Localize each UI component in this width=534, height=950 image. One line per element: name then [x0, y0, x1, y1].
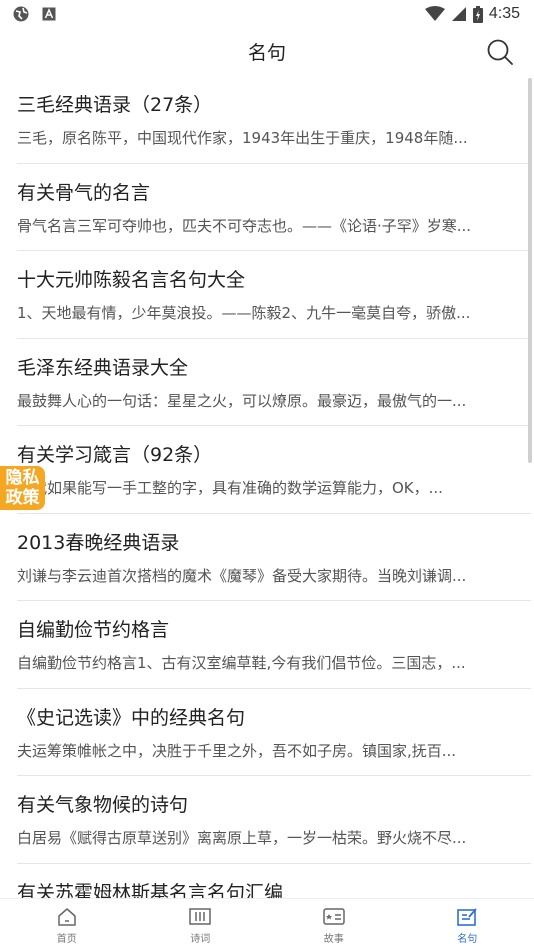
item-title: 《史记选读》中的经典名句	[17, 706, 246, 729]
item-desc: 自编勤俭节约格言1、古有汉室编草鞋,今有我们倡节俭。三国志，...	[17, 654, 466, 672]
nav-label-home: 首页	[56, 934, 77, 945]
item-desc: 刘谦与李云迪首次搭档的魔术《魔琴》备受大家期待。当晚刘谦调...	[17, 566, 467, 585]
battery-icon	[472, 5, 483, 23]
item-title: 有关苏霍姆林斯基名言名句汇编	[17, 881, 284, 899]
status-time: 4:35	[488, 5, 520, 22]
home-icon	[58, 908, 76, 926]
item-title: 三毛经典语录（27条）	[17, 94, 213, 116]
list-item[interactable]: 十大元帅陈毅名言名句大全 1、天地最有情，少年莫浪投。——陈毅2、九牛一毫莫自夸…	[17, 251, 531, 339]
item-desc: 时代如果能写一手工整的字，具有准确的数学运算能力，OK，...	[17, 479, 443, 497]
list-item[interactable]: 2013春晚经典语录 刘谦与李云迪首次搭档的魔术《魔琴》备受大家期待。当晚刘谦调…	[17, 514, 531, 601]
status-left	[12, 5, 56, 23]
search-icon	[487, 39, 513, 65]
nav-item-quotes[interactable]: 名句	[401, 899, 534, 950]
list-item[interactable]: 《史记选读》中的经典名句 夫运筹策帷帐之中，决胜于千里之外，吾不如子房。镇国家,…	[17, 689, 531, 776]
item-desc: 夫运筹策帷帐之中，决胜于千里之外，吾不如子房。镇国家,抚百...	[17, 741, 457, 760]
item-title: 自编勤俭节约格言	[17, 619, 170, 641]
list-item[interactable]: 有关学习箴言（92条） 时代如果能写一手工整的字，具有准确的数学运算能力，OK，…	[17, 426, 531, 514]
quote-list[interactable]: 三毛经典语录（27条） 三毛，原名陈平，中国现代作家，1943年出生于重庆，19…	[0, 76, 534, 898]
nav-item-story[interactable]: 故事	[267, 899, 401, 950]
quote-icon	[457, 908, 477, 926]
status-right: 4:35	[424, 5, 520, 23]
item-desc: 最鼓舞人心的一句话：星星之火，可以燎原。最豪迈，最傲气的一...	[17, 391, 467, 410]
app-header: 名句	[0, 28, 534, 74]
item-desc: 白居易《赋得古原草送别》离离原上草，一岁一枯荣。野火烧不尽...	[17, 829, 467, 847]
status-bar: 4:35	[0, 0, 534, 28]
page-title: 名句	[247, 41, 286, 64]
item-title: 有关学习箴言（92条）	[17, 444, 213, 466]
cell-signal-icon	[451, 7, 466, 21]
item-title: 有关骨气的名言	[17, 181, 151, 204]
item-title: 有关气象物候的诗句	[17, 794, 189, 816]
story-icon	[323, 908, 345, 925]
vpn-icon	[13, 6, 29, 22]
item-title: 十大元帅陈毅名言名句大全	[17, 269, 246, 291]
nav-label-story: 故事	[323, 934, 344, 945]
list-item[interactable]: 有关骨气的名言 骨气名言三军可夺帅也，匹夫不可夺志也。——《论语·子罕》岁寒..…	[17, 164, 531, 251]
list-item[interactable]: 有关气象物候的诗句 白居易《赋得古原草送别》离离原上草，一岁一枯荣。野火烧不尽.…	[17, 776, 531, 864]
privacy-badge-line1: 隐私	[5, 468, 40, 488]
item-desc: 1、天地最有情，少年莫浪投。——陈毅2、九牛一毫莫自夸，骄傲...	[17, 304, 471, 322]
scrollbar[interactable]	[528, 78, 532, 463]
list-item[interactable]: 三毛经典语录（27条） 三毛，原名陈平，中国现代作家，1943年出生于重庆，19…	[17, 76, 531, 164]
item-desc: 骨气名言三军可夺帅也，匹夫不可夺志也。——《论语·子罕》岁寒...	[17, 216, 472, 235]
list-item[interactable]: 自编勤俭节约格言 自编勤俭节约格言1、古有汉室编草鞋,今有我们倡节俭。三国志，.…	[17, 601, 531, 689]
nav-item-home[interactable]: 首页	[0, 899, 134, 950]
bottom-nav: 首页 诗词 故事 名句	[0, 898, 534, 950]
list-item[interactable]: 毛泽东经典语录大全 最鼓舞人心的一句话：星星之火，可以燎原。最豪迈，最傲气的一.…	[17, 339, 531, 426]
privacy-badge-line2: 政策	[5, 488, 40, 508]
wifi-icon	[424, 6, 445, 21]
nav-label-poetry: 诗词	[190, 934, 211, 945]
list-item[interactable]: 有关苏霍姆林斯基名言名句汇编	[17, 864, 531, 899]
privacy-policy-button[interactable]: 隐私 政策	[0, 466, 45, 510]
item-title: 毛泽东经典语录大全	[17, 356, 189, 379]
nav-item-poetry[interactable]: 诗词	[134, 899, 268, 950]
item-desc: 三毛，原名陈平，中国现代作家，1943年出生于重庆，1948年随...	[17, 129, 468, 147]
notification-a-icon	[42, 7, 56, 21]
poetry-icon	[189, 908, 211, 925]
nav-label-quotes: 名句	[457, 934, 478, 945]
search-button[interactable]	[484, 36, 516, 68]
item-title: 2013春晚经典语录	[17, 531, 180, 554]
